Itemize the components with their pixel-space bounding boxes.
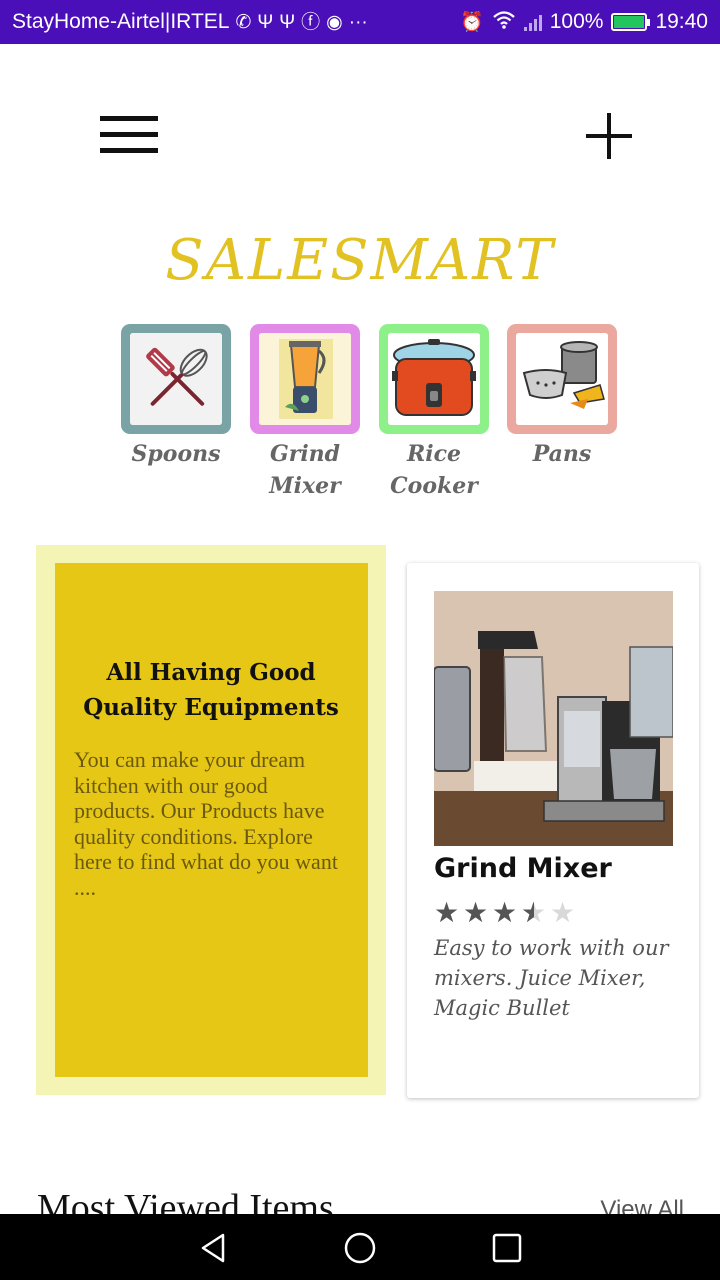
star-icon: ★★ bbox=[550, 896, 576, 929]
status-right: ⏰ 100% 19:40 bbox=[460, 10, 708, 34]
signal-icon bbox=[523, 13, 542, 31]
clock: 19:40 bbox=[655, 10, 708, 33]
brand-title: SALESMART bbox=[165, 228, 555, 293]
blender-icon bbox=[259, 333, 351, 425]
category-pans[interactable]: Pans bbox=[507, 324, 617, 470]
more-icon: ··· bbox=[348, 11, 368, 33]
hamburger-menu-icon[interactable] bbox=[100, 116, 158, 156]
star-icon: ★★ bbox=[521, 896, 547, 929]
star-icon: ★★ bbox=[492, 896, 518, 929]
phone-icon: ✆ bbox=[235, 11, 252, 33]
category-label: Pans bbox=[532, 441, 592, 467]
system-nav-bar bbox=[0, 1214, 720, 1280]
category-label: Grind Mixer bbox=[269, 441, 341, 499]
back-triangle-icon[interactable] bbox=[196, 1230, 232, 1266]
battery-percent: 100% bbox=[549, 10, 604, 33]
promo-text: You can make your dream kitchen with our… bbox=[74, 747, 338, 900]
category-grind-mixer[interactable]: Grind Mixer bbox=[250, 324, 360, 502]
star-icon: ★★ bbox=[434, 896, 460, 929]
coffee-machine-photo bbox=[434, 591, 673, 846]
category-rice-cooker[interactable]: Rice Cooker bbox=[379, 324, 489, 502]
pans-icon bbox=[516, 333, 608, 425]
status-bar: StayHome-Airtel|IRTEL ✆ Ψ Ψ ⓕ ◉ ··· ⏰ 10… bbox=[0, 0, 720, 44]
star-icon: ★★ bbox=[463, 896, 489, 929]
usb-icon: Ψ bbox=[257, 11, 274, 33]
home-circle-icon[interactable] bbox=[342, 1230, 378, 1266]
rice-cooker-icon bbox=[388, 333, 480, 425]
promo-card[interactable]: All Having Good Quality Equipments You c… bbox=[36, 545, 386, 1095]
category-tile bbox=[507, 324, 617, 434]
spatula-whisk-icon bbox=[130, 333, 222, 425]
product-description: Easy to work with our mixers. Juice Mixe… bbox=[434, 936, 669, 1020]
plus-icon[interactable] bbox=[586, 113, 632, 159]
category-tile bbox=[379, 324, 489, 434]
usb-icon: Ψ bbox=[279, 11, 296, 33]
category-label: Spoons bbox=[131, 441, 221, 467]
category-label: Rice Cooker bbox=[390, 441, 478, 499]
product-card[interactable]: Grind Mixer ★★★★★★★★★★ Easy to work with… bbox=[407, 563, 699, 1098]
product-name: Grind Mixer bbox=[434, 853, 612, 884]
rating-stars: ★★★★★★★★★★ bbox=[434, 896, 576, 929]
promo-title: All Having Good Quality Equipments bbox=[83, 659, 339, 721]
facebook-icon: ⓕ bbox=[301, 11, 321, 33]
carrier-name: StayHome-Airtel|IRTEL bbox=[12, 10, 230, 33]
battery-icon bbox=[611, 13, 651, 31]
status-left: StayHome-Airtel|IRTEL ✆ Ψ Ψ ⓕ ◉ ··· bbox=[12, 10, 460, 34]
promo-card-inner: All Having Good Quality Equipments You c… bbox=[55, 563, 368, 1077]
category-spoons[interactable]: Spoons bbox=[121, 324, 231, 470]
product-image bbox=[434, 591, 673, 846]
messenger-icon: ◉ bbox=[326, 11, 343, 33]
wifi-icon bbox=[492, 10, 516, 34]
recent-square-icon[interactable] bbox=[489, 1230, 525, 1266]
alarm-icon: ⏰ bbox=[460, 11, 484, 33]
category-tile bbox=[121, 324, 231, 434]
category-tile bbox=[250, 324, 360, 434]
